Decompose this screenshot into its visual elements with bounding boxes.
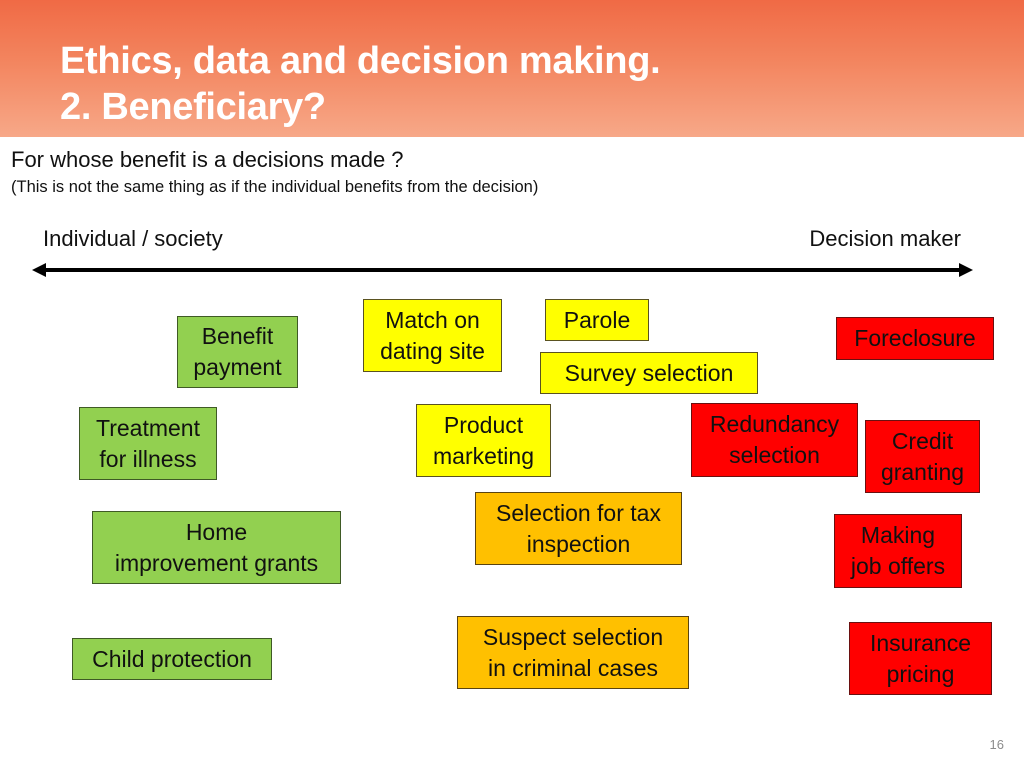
box-selection-for-tax-inspection: Selection for tax inspection <box>475 492 682 565</box>
box-credit-granting: Credit granting <box>865 420 980 493</box>
axis-left-label: Individual / society <box>43 226 223 251</box>
box-treatment-for-illness: Treatment for illness <box>79 407 217 480</box>
page-number: 16 <box>989 737 1004 752</box>
box-parole: Parole <box>545 299 649 341</box>
title-line-2: 2. Beneficiary? <box>60 86 326 128</box>
question-note: (This is not the same thing as if the in… <box>11 178 539 196</box>
axis-right-label: Decision maker <box>809 226 961 251</box>
box-redundancy-selection: Redundancy selection <box>691 403 858 477</box>
box-making-job-offers: Making job offers <box>834 514 962 588</box>
box-foreclosure: Foreclosure <box>836 317 994 360</box>
arrow-head-right <box>959 263 973 277</box>
slide-header: Ethics, data and decision making. 2. Ben… <box>0 0 1024 137</box>
slide-title: Ethics, data and decision making. 2. Ben… <box>60 38 661 130</box>
box-match-on-dating-site: Match on dating site <box>363 299 502 372</box>
title-line-1: Ethics, data and decision making. <box>60 40 661 82</box>
double-headed-arrow-icon <box>32 263 973 277</box>
arrow-head-left <box>32 263 46 277</box>
box-home-improvement-grants: Home improvement grants <box>92 511 341 584</box>
box-product-marketing: Product marketing <box>416 404 551 477</box>
box-insurance-pricing: Insurance pricing <box>849 622 992 695</box>
box-survey-selection: Survey selection <box>540 352 758 394</box>
box-suspect-selection: Suspect selection in criminal cases <box>457 616 689 689</box>
box-benefit-payment: Benefit payment <box>177 316 298 388</box>
question-text: For whose benefit is a decisions made ? <box>11 147 404 172</box>
box-child-protection: Child protection <box>72 638 272 680</box>
